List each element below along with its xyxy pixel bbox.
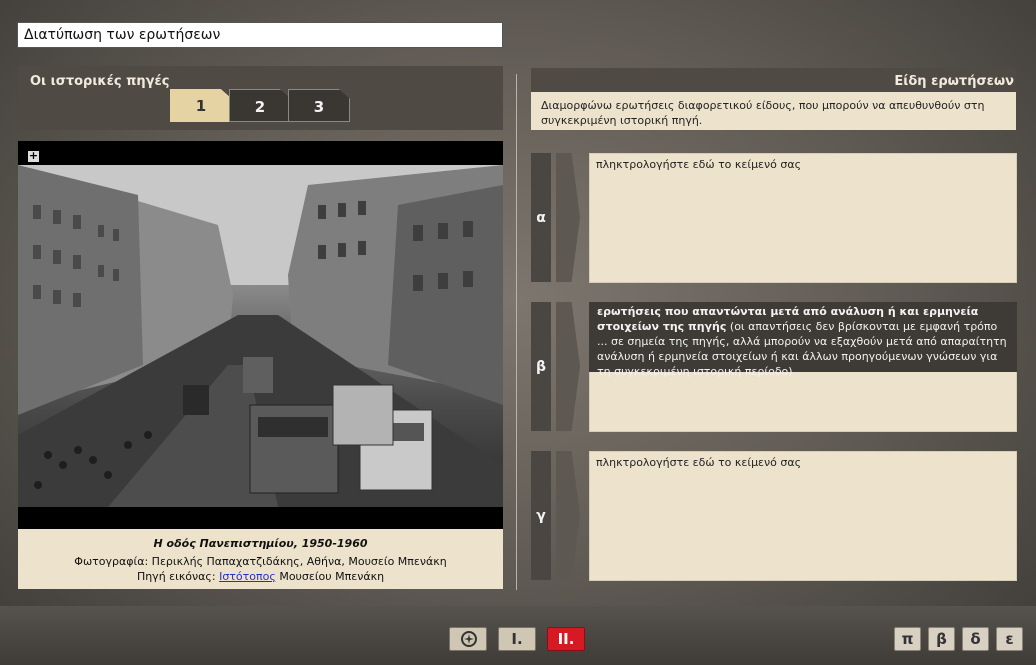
photo-caption: Η οδός Πανεπιστημίου, 1950-1960 Φωτογραφ…: [18, 529, 503, 589]
nav-delta-button[interactable]: δ: [962, 627, 989, 651]
question-types-title: Είδη ερωτήσεων: [894, 74, 1014, 89]
tab-source-3[interactable]: 3: [288, 89, 350, 122]
question-input-a[interactable]: πληκτρολογήστε εδώ το κείμενό σας: [589, 153, 1017, 283]
nav-epsilon-button[interactable]: ε: [996, 627, 1023, 651]
caption-title: Η οδός Πανεπιστημίου, 1950-1960: [153, 537, 368, 550]
question-arrow-c: [556, 451, 580, 580]
street-photo-illustration: [18, 165, 503, 507]
nav-pi-button[interactable]: π: [894, 627, 921, 651]
tab-source-2[interactable]: 2: [229, 89, 291, 122]
page-title: Διατύπωση των ερωτήσεων: [17, 22, 503, 48]
nav-beta-button[interactable]: β: [928, 627, 955, 651]
question-label-a: α: [531, 153, 551, 282]
caption-source: Πηγή εικόνας: Ιστότοπος Μουσείου Μπενάκη: [18, 570, 503, 583]
question-label-c: γ: [531, 451, 551, 580]
tab-source-1[interactable]: 1: [170, 89, 232, 122]
question-types-description: Διαμορφώνω ερωτήσεις διαφορετικού είδους…: [531, 92, 1016, 130]
sources-title: Οι ιστορικές πηγές: [30, 74, 170, 89]
panel-divider: [516, 74, 517, 590]
question-arrow-b: [556, 302, 580, 431]
compass-icon: [461, 631, 477, 647]
question-input-c[interactable]: πληκτρολογήστε εδώ το κείμενό σας: [589, 451, 1017, 581]
source-website-link[interactable]: Ιστότοπος: [219, 570, 276, 583]
caption-credit: Φωτογραφία: Περικλής Παπαχατζιδάκης, Αθή…: [74, 555, 447, 568]
question-hint-b: ερωτήσεις που απαντώνται μετά από ανάλυσ…: [589, 302, 1017, 378]
question-label-b: β: [531, 302, 551, 431]
home-button[interactable]: [449, 627, 487, 651]
section-i-button[interactable]: I.: [498, 627, 536, 651]
section-ii-button[interactable]: II.: [547, 627, 585, 651]
caption-source-prefix: Πηγή εικόνας:: [136, 570, 220, 583]
historical-photo: [18, 165, 503, 507]
question-arrow-a: [556, 153, 580, 282]
zoom-in-button[interactable]: +: [28, 150, 39, 162]
caption-source-suffix: Μουσείου Μπενάκη: [275, 570, 385, 583]
